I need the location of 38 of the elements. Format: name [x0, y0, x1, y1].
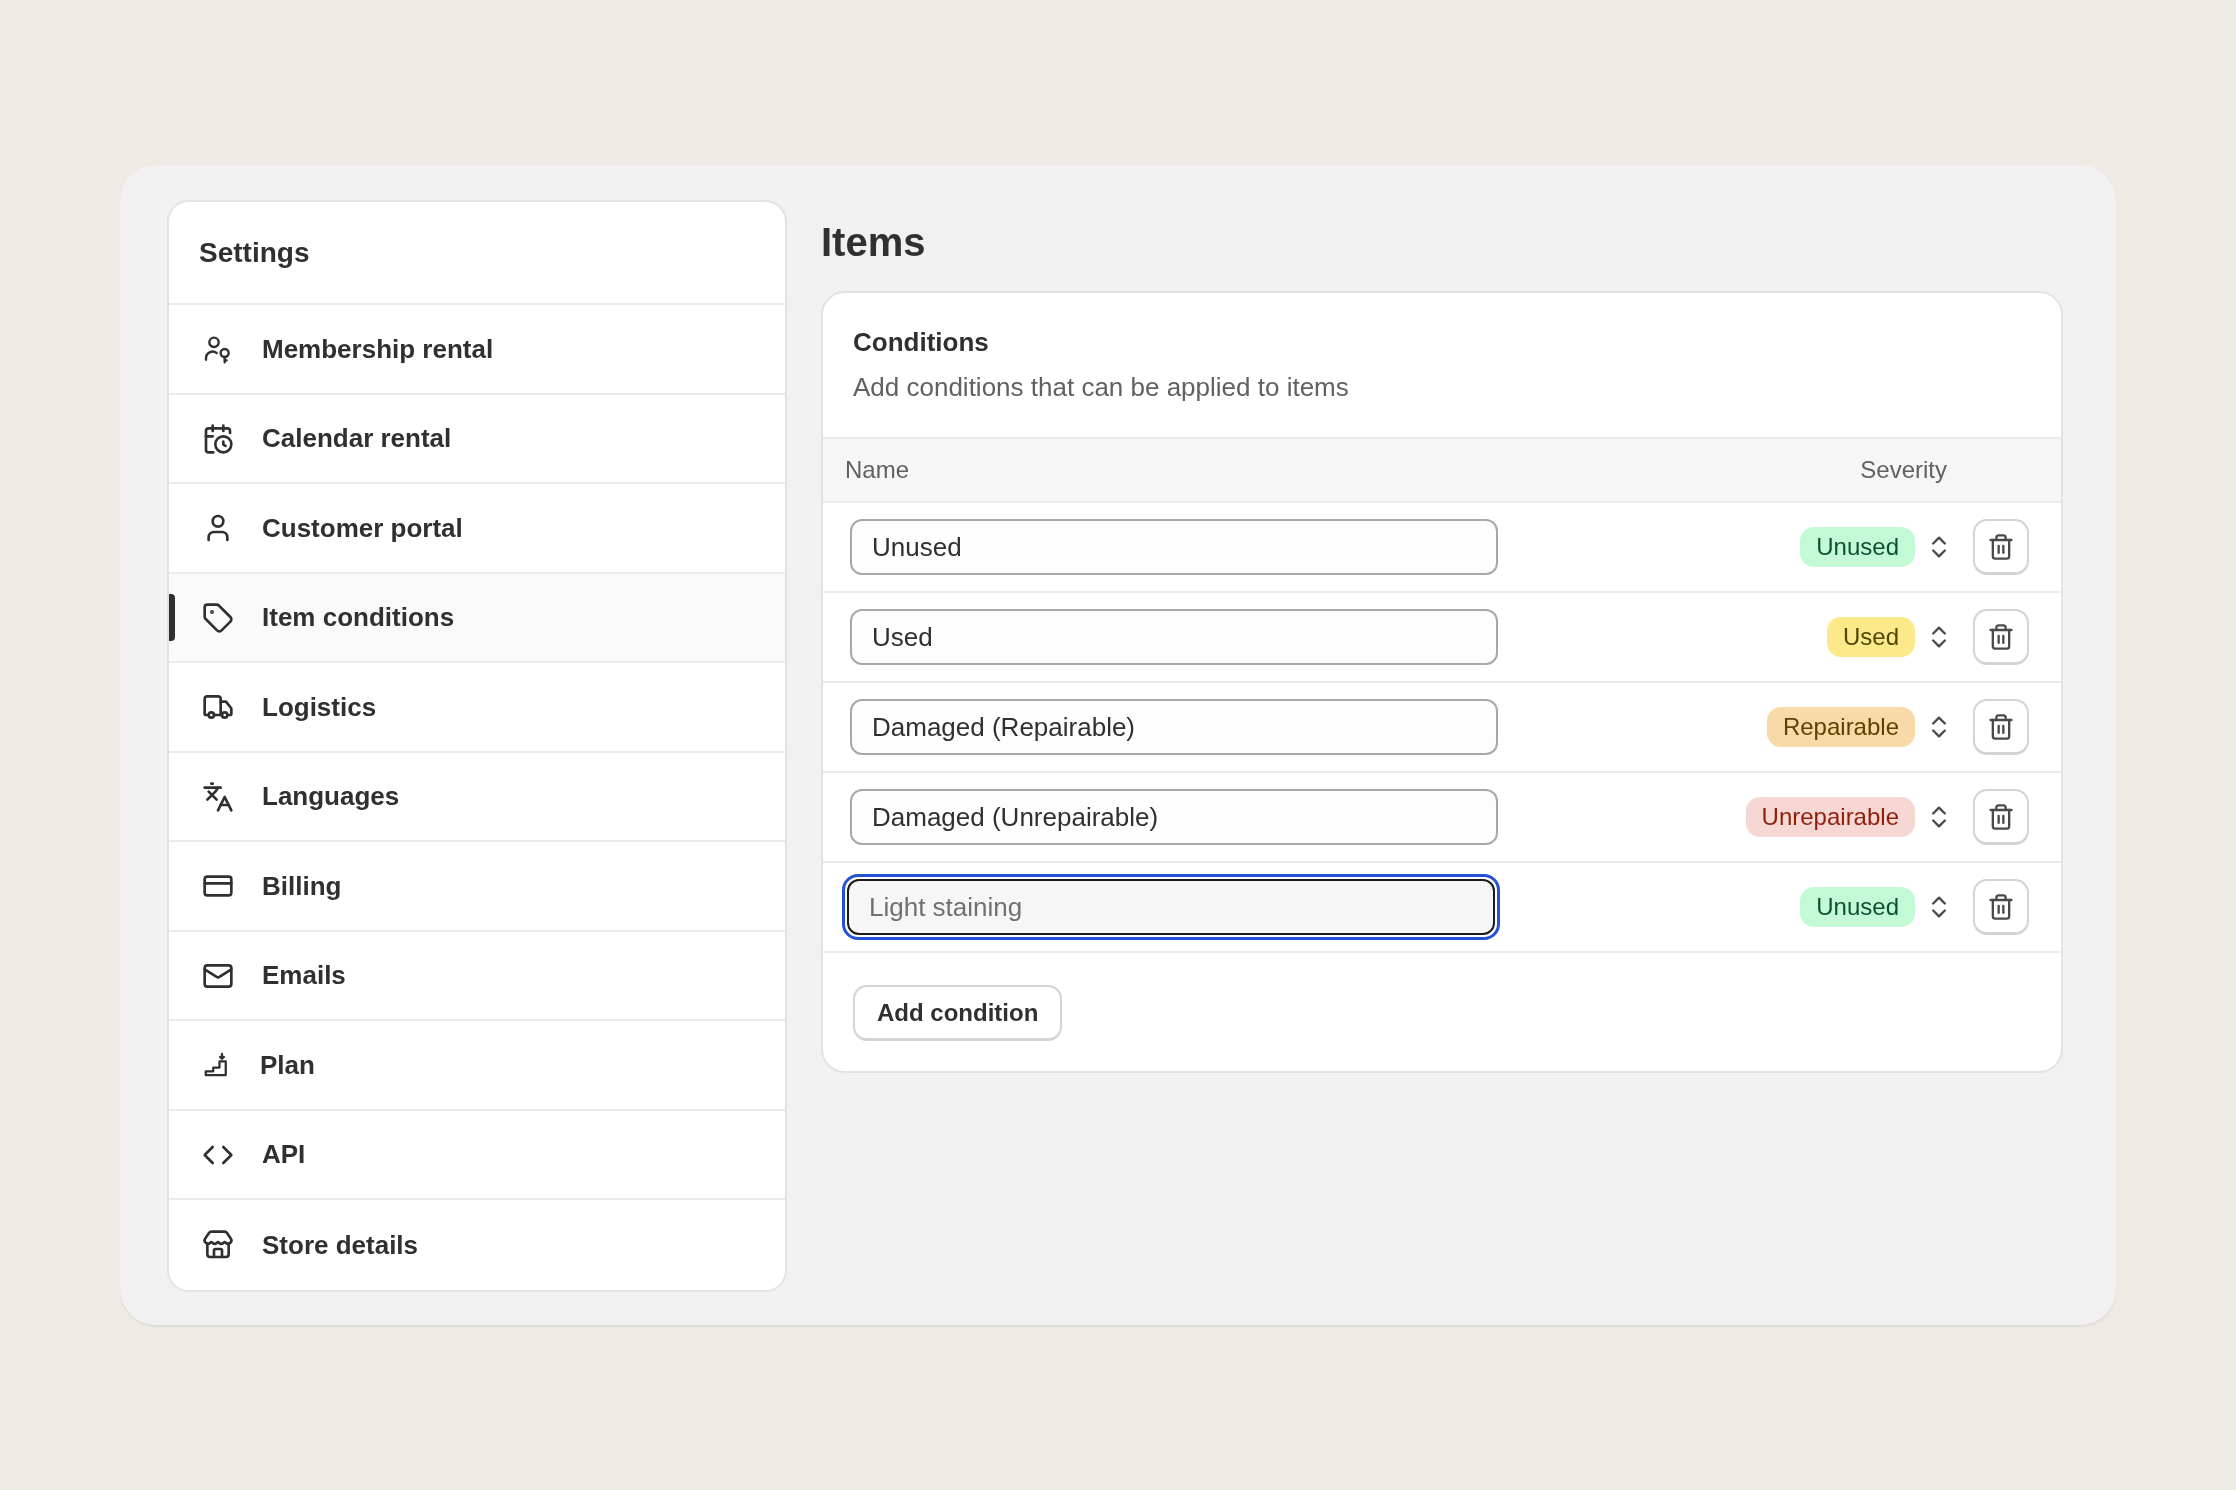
trash-icon: [1987, 712, 2015, 741]
severity-badge: Unused: [1800, 527, 1915, 567]
trash-icon: [1987, 892, 2015, 921]
severity-badge: Unused: [1800, 887, 1915, 927]
sidebar-item-label: Store details: [262, 1229, 419, 1261]
delete-button[interactable]: [1973, 609, 2029, 665]
card-description: Add conditions that can be applied to items: [853, 372, 1350, 403]
calendar-clock-icon: [202, 422, 234, 455]
card-title: Conditions: [853, 327, 990, 358]
trash-icon: [1987, 532, 2015, 561]
name-input-field[interactable]: Light staining: [842, 874, 1500, 940]
delete-button[interactable]: [1973, 699, 2029, 755]
sidebar-item-label: API: [262, 1139, 306, 1171]
delete-button[interactable]: [1973, 879, 2029, 935]
sidebar-item-label: Languages: [262, 781, 400, 813]
sidebar-item-label: Emails: [262, 960, 346, 992]
sidebar-item-label: Item conditions: [262, 602, 455, 634]
delete-button[interactable]: [1973, 519, 2029, 575]
translate-icon: [202, 780, 234, 813]
sidebar-item-label: Membership rental: [262, 333, 494, 365]
severity-badge: Used: [1826, 617, 1915, 657]
sidebar-item-label: Calendar rental: [262, 423, 452, 455]
trash-icon: [1987, 802, 2015, 831]
add-condition-button[interactable]: Add condition: [853, 985, 1063, 1041]
sidebar-item-label: Plan: [260, 1049, 315, 1081]
severity-badge: Unrepairable: [1745, 797, 1915, 837]
column-heading: Name: [845, 456, 910, 484]
tag-icon: [202, 601, 234, 634]
sidebar-item-label: Customer portal: [262, 512, 463, 544]
page-title: Items: [821, 220, 927, 265]
sidebar-item-label: Logistics: [262, 691, 377, 723]
column-heading: Severity: [1860, 456, 1947, 484]
sidebar-item-label: Billing: [262, 870, 342, 902]
severity-badge: Repairable: [1766, 707, 1915, 747]
selection-indicator: [169, 593, 175, 642]
sidebar-item[interactable]: Item conditions: [169, 573, 785, 664]
trash-icon: [1987, 622, 2015, 651]
delete-button[interactable]: [1973, 789, 2029, 845]
